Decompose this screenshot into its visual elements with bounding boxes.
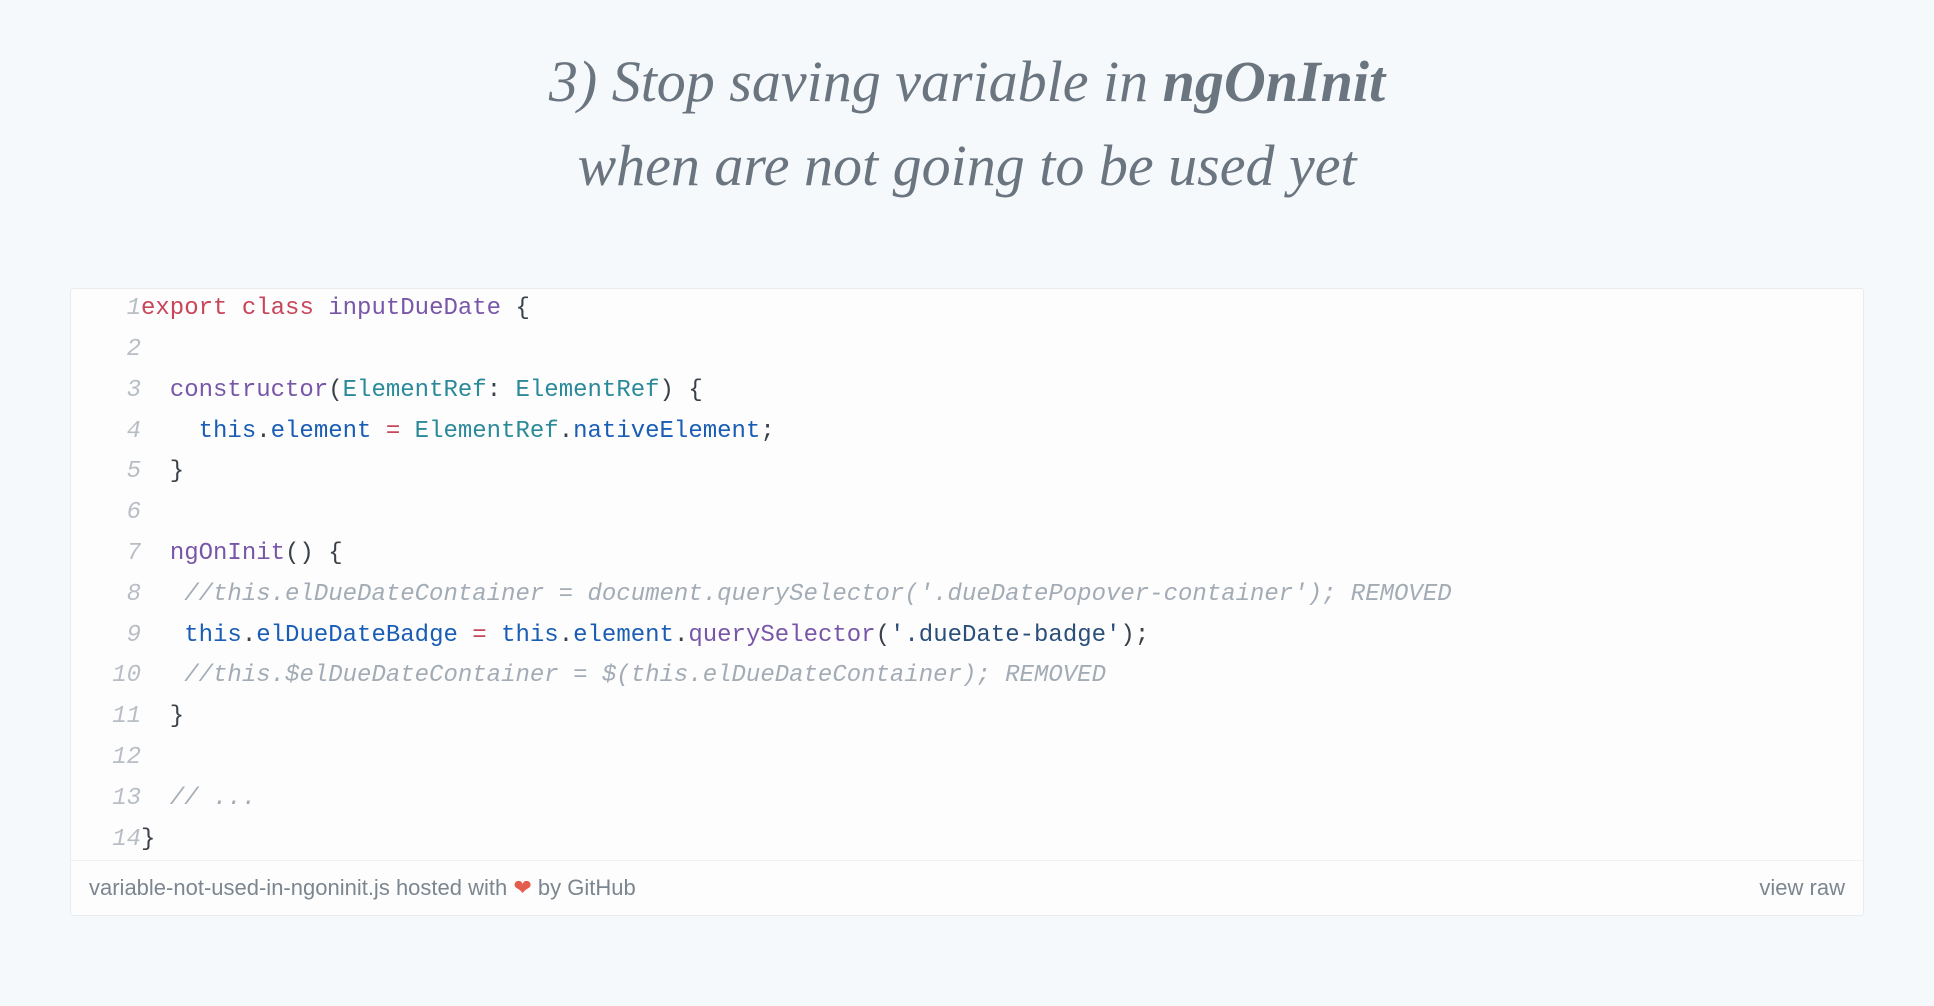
code-content: export class inputDueDate { bbox=[141, 289, 1863, 330]
code-content: } bbox=[141, 452, 1863, 493]
line-number: 3 bbox=[71, 371, 141, 412]
code-content: constructor(ElementRef: ElementRef) { bbox=[141, 371, 1863, 412]
slide-heading: 3) Stop saving variable in ngOnInit when… bbox=[70, 40, 1864, 208]
code-content: ngOnInit() { bbox=[141, 534, 1863, 575]
heading-prefix: 3) Stop saving variable in bbox=[549, 49, 1163, 114]
code-line: 5 } bbox=[71, 452, 1863, 493]
heading-bold: ngOnInit bbox=[1163, 49, 1385, 114]
heart-icon: ❤ bbox=[513, 875, 531, 900]
gist-container: 1export class inputDueDate {2 3 construc… bbox=[70, 288, 1864, 916]
line-number: 2 bbox=[71, 330, 141, 371]
code-line: 8 //this.elDueDateContainer = document.q… bbox=[71, 575, 1863, 616]
code-line: 13 // ... bbox=[71, 779, 1863, 820]
line-number: 14 bbox=[71, 820, 141, 861]
github-link[interactable]: GitHub bbox=[567, 875, 635, 900]
line-number: 8 bbox=[71, 575, 141, 616]
code-content bbox=[141, 330, 1863, 371]
code-content: // ... bbox=[141, 779, 1863, 820]
code-content: //this.$elDueDateContainer = $(this.elDu… bbox=[141, 656, 1863, 697]
code-line: 3 constructor(ElementRef: ElementRef) { bbox=[71, 371, 1863, 412]
line-number: 10 bbox=[71, 656, 141, 697]
code-line: 7 ngOnInit() { bbox=[71, 534, 1863, 575]
code-content: this.element = ElementRef.nativeElement; bbox=[141, 412, 1863, 453]
code-content bbox=[141, 738, 1863, 779]
code-line: 12 bbox=[71, 738, 1863, 779]
code-content: } bbox=[141, 820, 1863, 861]
line-number: 9 bbox=[71, 616, 141, 657]
line-number: 5 bbox=[71, 452, 141, 493]
by-text: by bbox=[532, 875, 567, 900]
code-line: 9 this.elDueDateBadge = this.element.que… bbox=[71, 616, 1863, 657]
code-table: 1export class inputDueDate {2 3 construc… bbox=[71, 289, 1863, 860]
line-number: 11 bbox=[71, 697, 141, 738]
code-line: 14} bbox=[71, 820, 1863, 861]
code-line: 10 //this.$elDueDateContainer = $(this.e… bbox=[71, 656, 1863, 697]
code-line: 2 bbox=[71, 330, 1863, 371]
code-content: //this.elDueDateContainer = document.que… bbox=[141, 575, 1863, 616]
line-number: 4 bbox=[71, 412, 141, 453]
code-content bbox=[141, 493, 1863, 534]
gist-filename-link[interactable]: variable-not-used-in-ngoninit.js bbox=[89, 875, 390, 900]
view-raw-link[interactable]: view raw bbox=[1759, 875, 1845, 901]
line-number: 6 bbox=[71, 493, 141, 534]
code-line: 4 this.element = ElementRef.nativeElemen… bbox=[71, 412, 1863, 453]
code-content: this.elDueDateBadge = this.element.query… bbox=[141, 616, 1863, 657]
gist-meta: variable-not-used-in-ngoninit.js hosted … bbox=[89, 875, 636, 901]
line-number: 13 bbox=[71, 779, 141, 820]
hosted-with-text: hosted with bbox=[390, 875, 514, 900]
line-number: 12 bbox=[71, 738, 141, 779]
code-content: } bbox=[141, 697, 1863, 738]
line-number: 7 bbox=[71, 534, 141, 575]
gist-footer: variable-not-used-in-ngoninit.js hosted … bbox=[71, 860, 1863, 915]
code-line: 6 bbox=[71, 493, 1863, 534]
line-number: 1 bbox=[71, 289, 141, 330]
code-line: 11 } bbox=[71, 697, 1863, 738]
heading-line2: when are not going to be used yet bbox=[577, 133, 1356, 198]
code-line: 1export class inputDueDate { bbox=[71, 289, 1863, 330]
